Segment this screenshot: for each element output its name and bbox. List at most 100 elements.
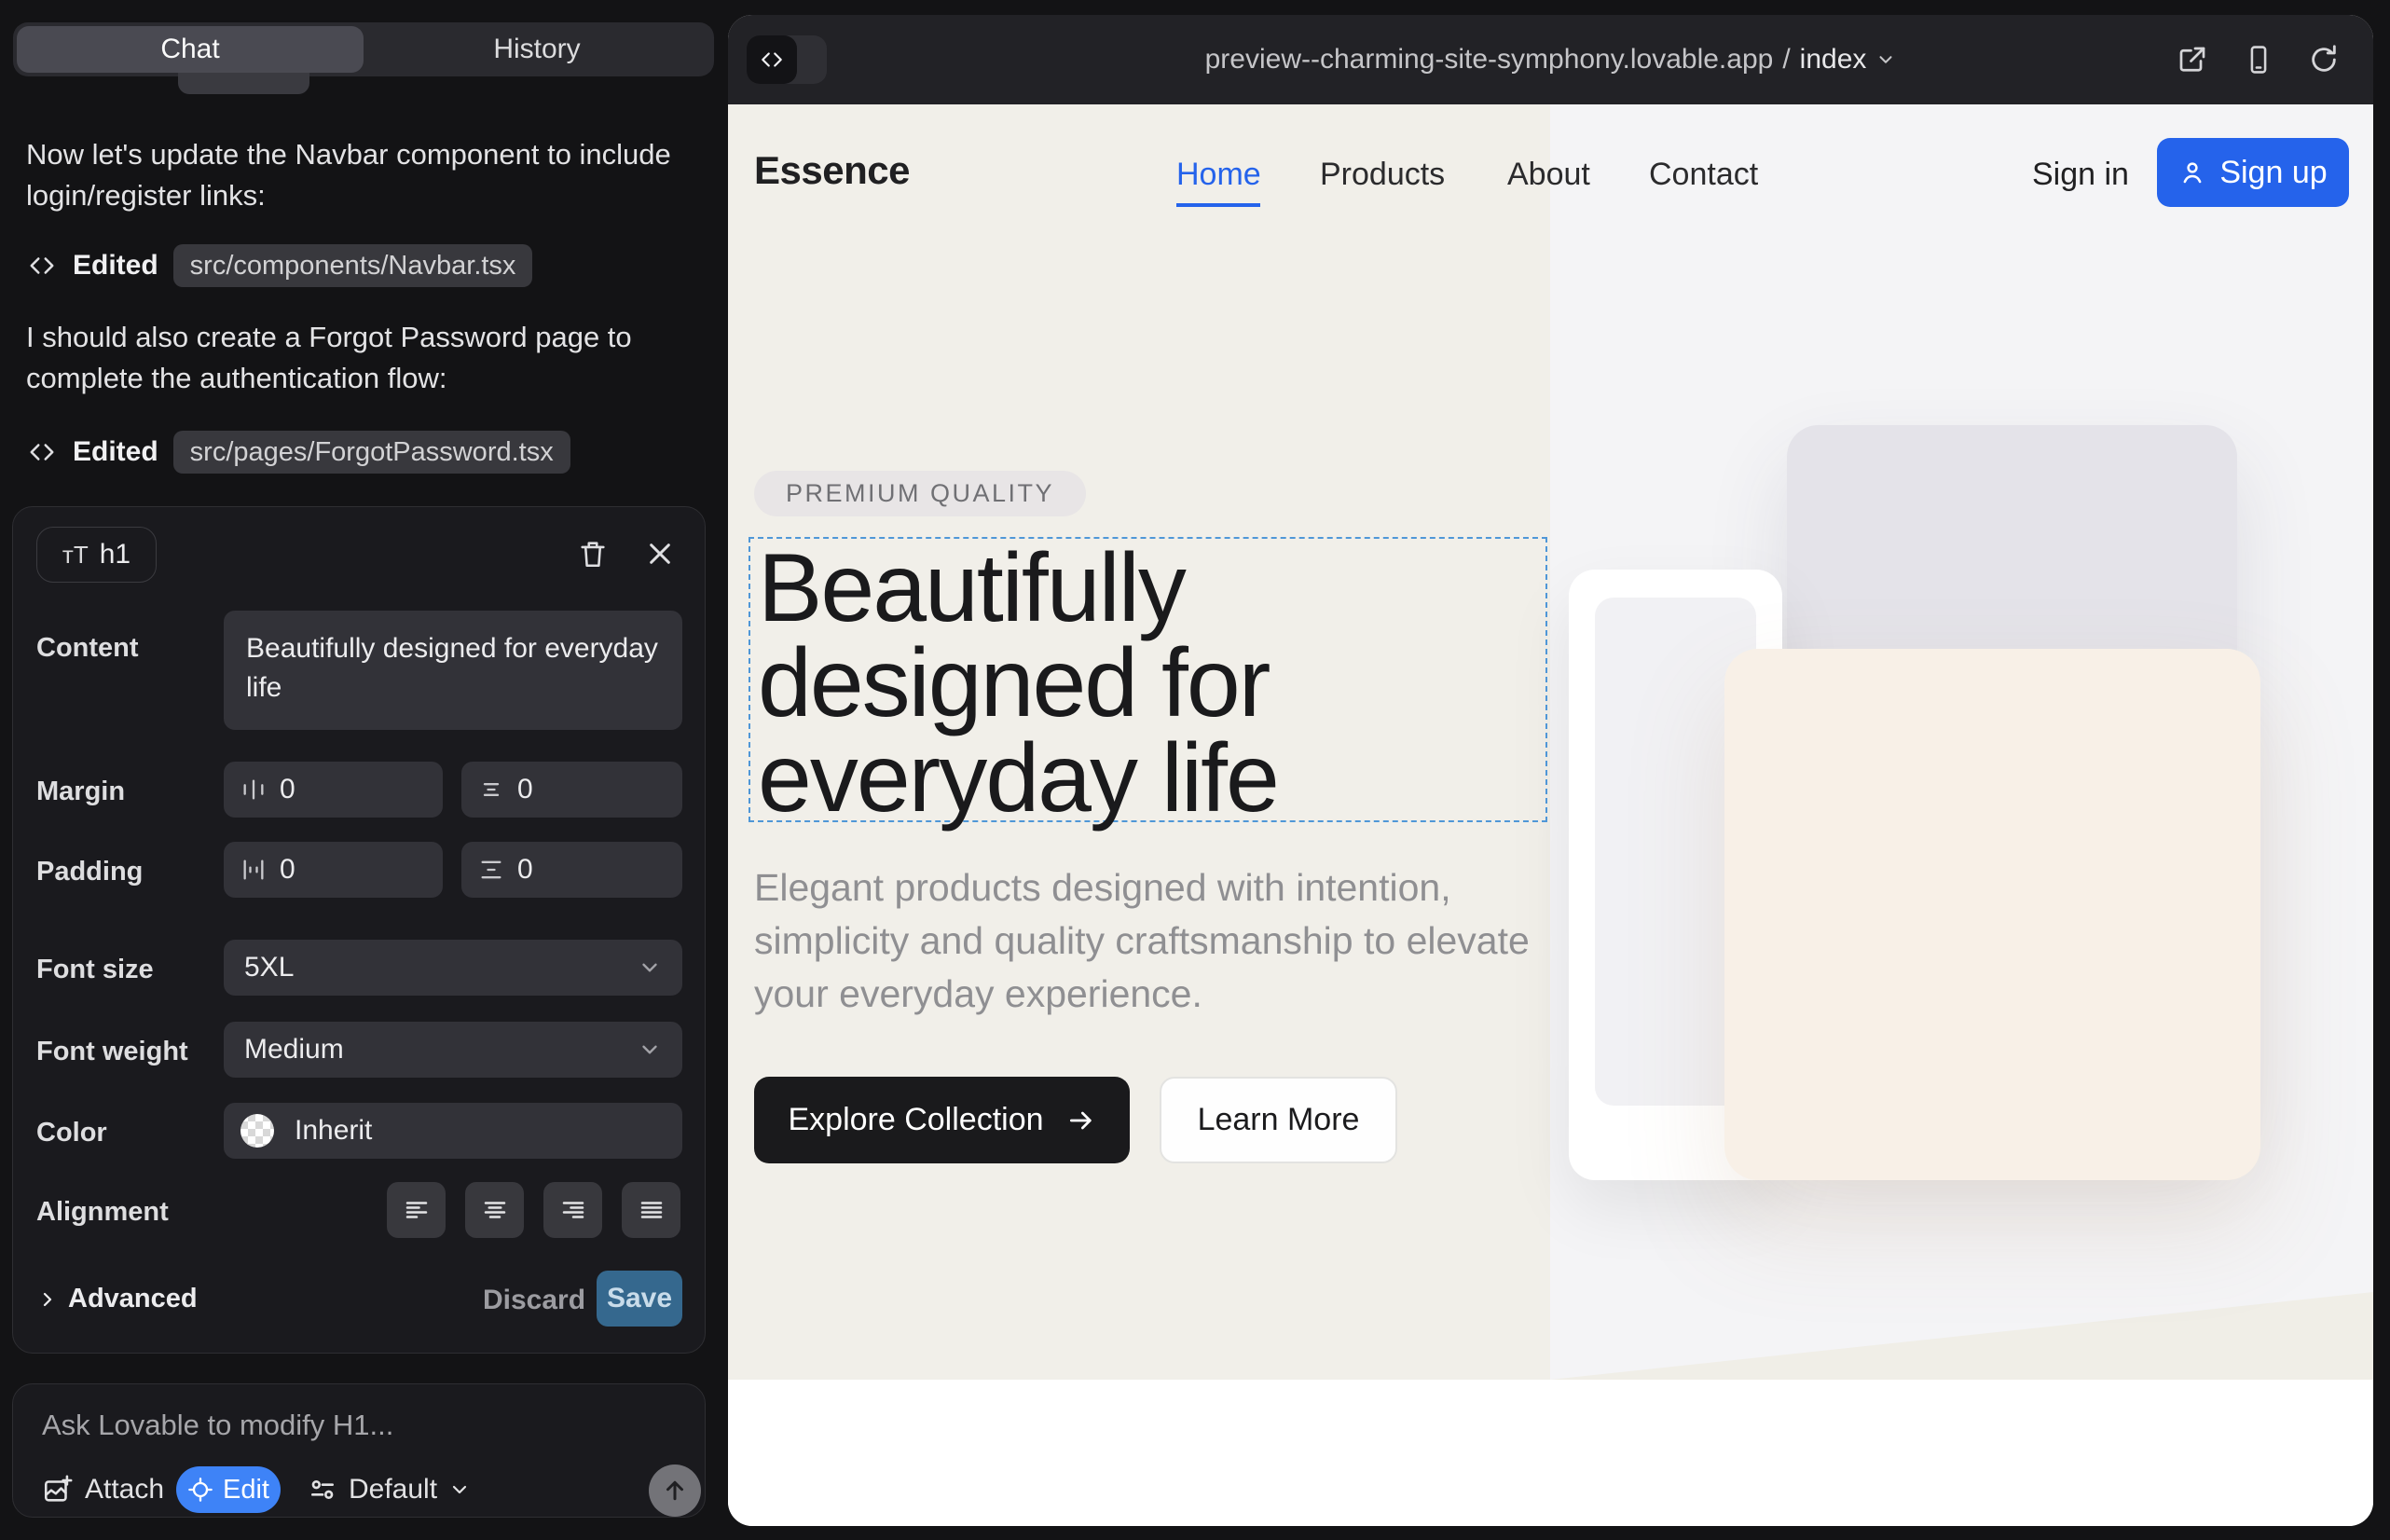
edit-target-icon [187, 1477, 213, 1503]
mobile-icon[interactable] [2243, 44, 2274, 76]
align-left-button[interactable] [387, 1182, 446, 1238]
user-icon [2178, 158, 2206, 186]
chevron-down-icon [448, 1478, 471, 1501]
padding-x-input[interactable]: 0 [224, 842, 443, 898]
font-weight-select[interactable]: Medium [224, 1022, 682, 1078]
sliders-icon [308, 1475, 337, 1505]
discard-button[interactable]: Discard [483, 1285, 585, 1316]
margin-x-icon [240, 777, 267, 803]
font-size-select[interactable]: 5XL [224, 940, 682, 996]
close-icon [645, 539, 675, 569]
hero-cta-row: Explore Collection Learn More [754, 1077, 1397, 1163]
selected-element-outline[interactable]: Beautifully designed for everyday life [749, 537, 1547, 822]
tab-chat[interactable]: Chat [17, 26, 364, 73]
color-select[interactable]: Inherit [224, 1103, 682, 1159]
tab-history[interactable]: History [364, 26, 710, 73]
nav-link-home[interactable]: Home [1176, 157, 1261, 193]
lovable-app: Chat History Now let's update the Navbar… [0, 0, 2390, 1540]
attach-button[interactable]: Attach [42, 1474, 164, 1506]
align-center-icon [481, 1196, 509, 1224]
chat-history-tabs: Chat History [13, 22, 714, 76]
align-left-icon [403, 1196, 431, 1224]
sign-in-link[interactable]: Sign in [2032, 157, 2129, 193]
send-arrow-icon [661, 1477, 689, 1505]
element-tag-pill[interactable]: тT h1 [36, 527, 157, 583]
default-mode-select[interactable]: Default [308, 1474, 471, 1506]
nav-active-underline [1176, 203, 1260, 207]
hero-description: Elegant products designed with intention… [754, 861, 1537, 1021]
align-right-button[interactable] [543, 1182, 602, 1238]
send-button[interactable] [649, 1464, 701, 1517]
clipped-chip [178, 73, 309, 94]
chat-message: Now let's update the Navbar component to… [26, 134, 690, 216]
alignment-buttons [387, 1182, 680, 1238]
code-icon [760, 48, 784, 72]
file-path-chip[interactable]: src/pages/ForgotPassword.tsx [173, 431, 570, 474]
advanced-toggle[interactable]: Advanced [36, 1284, 198, 1314]
chevron-down-icon [1875, 49, 1896, 70]
code-preview-toggle[interactable] [747, 35, 827, 84]
nav-link-products[interactable]: Products [1320, 157, 1445, 193]
element-editor-panel: тT h1 Content Beautifully designed for e… [12, 506, 706, 1354]
chat-message: I should also create a Forgot Password p… [26, 317, 690, 399]
align-justify-icon [638, 1196, 666, 1224]
browser-chrome: preview--charming-site-symphony.lovable.… [728, 15, 2373, 104]
chrome-actions [2176, 15, 2340, 104]
chevron-down-icon [638, 1038, 662, 1062]
chevron-down-icon [638, 956, 662, 980]
learn-more-button[interactable]: Learn More [1160, 1077, 1397, 1163]
margin-label: Margin [36, 777, 125, 807]
padding-x-icon [240, 857, 267, 883]
sign-up-button[interactable]: Sign up [2157, 138, 2349, 207]
code-icon [26, 436, 58, 468]
edited-label: Edited [73, 250, 158, 282]
attach-icon [42, 1474, 74, 1506]
element-tag: h1 [100, 539, 130, 571]
hero-image-card-front [1724, 649, 2260, 1180]
hero-heading[interactable]: Beautifully designed for everyday life [758, 541, 1532, 826]
font-size-label: Font size [36, 955, 154, 985]
content-label: Content [36, 633, 139, 664]
save-button[interactable]: Save [597, 1271, 682, 1327]
margin-x-input[interactable]: 0 [224, 762, 443, 818]
hero-badge: PREMIUM QUALITY [754, 471, 1086, 516]
code-icon [26, 250, 58, 282]
external-link-icon[interactable] [2176, 43, 2209, 76]
site-brand[interactable]: Essence [754, 148, 910, 193]
delete-element-button[interactable] [572, 533, 613, 574]
color-label: Color [36, 1118, 107, 1148]
nav-link-contact[interactable]: Contact [1649, 157, 1758, 193]
edited-file-row[interactable]: Edited src/pages/ForgotPassword.tsx [26, 431, 570, 474]
nav-link-about[interactable]: About [1507, 157, 1590, 193]
composer-input[interactable] [42, 1405, 676, 1446]
padding-label: Padding [36, 857, 143, 887]
file-path-chip[interactable]: src/components/Navbar.tsx [173, 244, 533, 287]
color-swatch [240, 1114, 274, 1148]
alignment-label: Alignment [36, 1197, 169, 1228]
edit-mode-button[interactable]: Edit [176, 1466, 281, 1513]
padding-y-input[interactable]: 0 [461, 842, 682, 898]
align-center-button[interactable] [465, 1182, 524, 1238]
margin-y-input[interactable]: 0 [461, 762, 682, 818]
site-viewport: Essence Home Products About Contact Sign… [728, 104, 2373, 1526]
edited-label: Edited [73, 436, 158, 468]
code-toggle-segment[interactable] [747, 35, 797, 84]
url-bar[interactable]: preview--charming-site-symphony.lovable.… [728, 15, 2373, 104]
align-right-icon [559, 1196, 587, 1224]
close-editor-button[interactable] [639, 533, 680, 574]
padding-y-icon [478, 857, 504, 883]
url-separator: / [1782, 44, 1790, 76]
font-weight-label: Font weight [36, 1037, 188, 1067]
edited-file-row[interactable]: Edited src/components/Navbar.tsx [26, 244, 532, 287]
text-type-icon: тT [62, 541, 89, 570]
align-justify-button[interactable] [622, 1182, 680, 1238]
chevron-right-icon [36, 1288, 59, 1311]
url-page: index [1800, 44, 1867, 76]
trash-icon [577, 538, 609, 570]
chat-composer: Attach Edit Default [12, 1383, 706, 1518]
url-domain: preview--charming-site-symphony.lovable.… [1205, 44, 1774, 76]
explore-collection-button[interactable]: Explore Collection [754, 1077, 1130, 1163]
content-input[interactable]: Beautifully designed for everyday life [224, 611, 682, 730]
refresh-icon[interactable] [2308, 44, 2340, 76]
preview-window: preview--charming-site-symphony.lovable.… [728, 15, 2373, 1526]
